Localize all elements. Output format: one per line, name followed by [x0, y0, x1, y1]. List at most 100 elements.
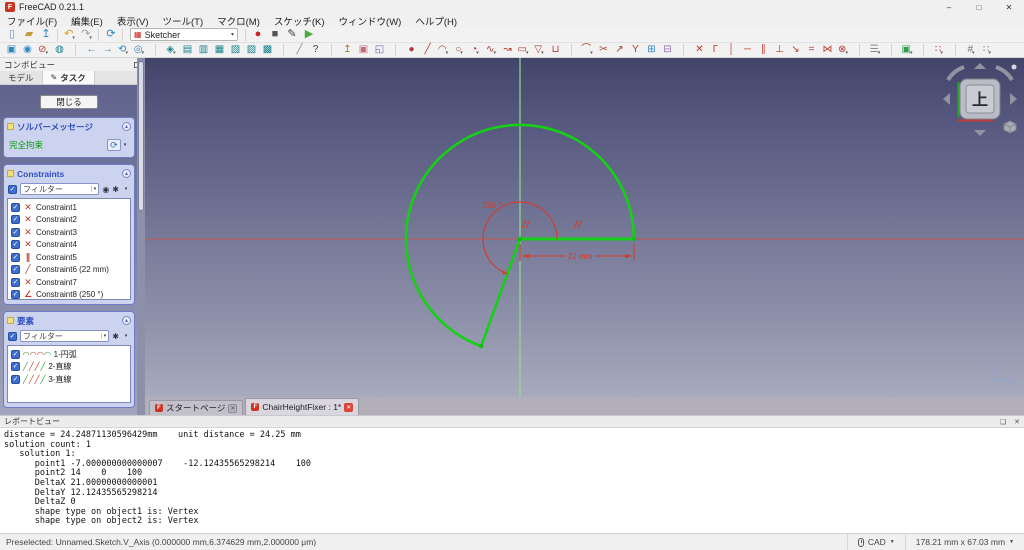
create-rectangle-button[interactable]: ▭ ▾	[515, 43, 531, 57]
solver-refresh-icon[interactable]: ⟳	[107, 139, 121, 151]
virtual-space-button[interactable]: ∷ ▾	[931, 43, 947, 57]
collapse-icon[interactable]: ▴	[122, 316, 131, 325]
constraints-filter-dropdown[interactable]: フィルター ▾	[20, 183, 100, 195]
constraint-checkbox[interactable]: ✓	[11, 240, 20, 250]
view-top-button[interactable]: ▥	[195, 43, 211, 57]
elements-filter-dropdown[interactable]: フィルター ▾	[20, 330, 110, 342]
constraint-row[interactable]: ✓ ∥ Constraint5	[9, 251, 129, 264]
select-elements-button[interactable]: ☰ ▾	[867, 43, 883, 57]
nav-cube-top-label[interactable]: 上	[972, 91, 988, 109]
view-left-button[interactable]: ▩	[259, 43, 275, 57]
collapse-icon[interactable]: ▴	[122, 122, 131, 131]
rotate-cw-arrow-icon[interactable]	[995, 65, 1014, 82]
constraint-checkbox[interactable]: ✓	[11, 290, 20, 300]
angle-dimension-label[interactable]: 250 °	[483, 201, 502, 210]
menu-item[interactable]: スケッチ(K)	[267, 14, 332, 28]
solver-status-link[interactable]: 完全拘束	[9, 139, 43, 151]
snap-button[interactable]: ∷ ▾	[979, 43, 995, 57]
panel-scrollbar[interactable]	[137, 58, 145, 415]
export-button[interactable]: ↥	[339, 43, 355, 57]
toolbar-icon[interactable]	[947, 43, 963, 57]
nav-forward-button[interactable]: →	[99, 43, 115, 57]
constraint-row[interactable]: ✓ ✕ Constraint2	[9, 214, 129, 227]
menu-item[interactable]: ツール(T)	[155, 14, 210, 28]
constrain-point-on-object-button[interactable]: Γ	[707, 43, 723, 57]
refresh-button[interactable]: ⟳	[102, 28, 119, 42]
elements-check-all-checkbox[interactable]: ✓	[8, 331, 17, 341]
constraint-checkbox[interactable]: ✓	[11, 215, 20, 225]
constraint-row[interactable]: ✓ ✕ Constraint3	[9, 226, 129, 239]
3d-viewport[interactable]: 250 ° 22 mm 上 x y	[145, 58, 1024, 397]
toolbar-icon[interactable]	[67, 43, 83, 57]
internal-geometry-button[interactable]: ▣ ▾	[899, 43, 915, 57]
constraint-checkbox[interactable]: ✓	[11, 202, 20, 212]
chevron-down-icon[interactable]: ▾	[121, 139, 129, 151]
trim-button[interactable]: ✂	[595, 43, 611, 57]
constraints-check-all-checkbox[interactable]: ✓	[8, 184, 17, 194]
toolbar-icon[interactable]	[54, 28, 61, 42]
draw-style-button[interactable]: ◍	[51, 43, 67, 57]
toolbar-icon[interactable]	[275, 43, 291, 57]
nav-arrow-up-icon[interactable]	[974, 63, 986, 69]
constrain-perpendicular-button[interactable]: ⊥	[771, 43, 787, 57]
view-rear-button[interactable]: ▧	[227, 43, 243, 57]
show-hide-eye-icon[interactable]: ◉	[102, 185, 109, 194]
constraint-checkbox[interactable]: ✓	[11, 252, 20, 262]
constraint-row[interactable]: ✓ ✕ Constraint1	[9, 201, 129, 214]
constrain-coincident-button[interactable]: ✕	[691, 43, 707, 57]
minimize-button[interactable]: –	[934, 0, 964, 14]
element-settings-icon[interactable]: ✱	[112, 332, 119, 341]
close-panel-icon[interactable]: ✕	[1014, 418, 1020, 426]
menu-item[interactable]: ウィンドウ(W)	[332, 14, 409, 28]
view-front-button[interactable]: ▤	[179, 43, 195, 57]
menu-item[interactable]: ファイル(F)	[0, 14, 64, 28]
toolbar-icon[interactable]	[915, 43, 931, 57]
undo-button[interactable]: ↶ ▾	[61, 28, 78, 42]
report-log[interactable]: distance = 24.24871130596429mm unit dist…	[0, 428, 1024, 527]
toolbar-icon[interactable]	[675, 43, 691, 57]
external-geometry-button[interactable]: ⊞	[643, 43, 659, 57]
macro-stop-button[interactable]: ■	[266, 28, 283, 42]
scene-inspector-button[interactable]: ◱	[371, 43, 387, 57]
sketch-canvas[interactable]: 250 ° 22 mm	[145, 58, 1024, 397]
toolbar-icon[interactable]	[883, 43, 899, 57]
save-button[interactable]: ↥	[37, 28, 54, 42]
create-point-button[interactable]: ●	[403, 43, 419, 57]
nav-dot-icon[interactable]	[1011, 64, 1017, 70]
new-file-button[interactable]: ▯	[3, 28, 20, 42]
document-tab[interactable]: F スタートページ ✕	[149, 400, 244, 415]
clipping-plane-button[interactable]: ⊘ ▾	[35, 43, 51, 57]
toolbar-icon[interactable]	[563, 43, 579, 57]
nav-style-selector[interactable]: CAD ▼	[846, 534, 905, 550]
origin-point[interactable]	[517, 236, 523, 242]
toolbar-icon[interactable]	[851, 43, 867, 57]
constraint-settings-icon[interactable]: ✱	[112, 185, 119, 194]
constraint-row[interactable]: ✓ ∠ Constraint8 (250 °)	[9, 289, 129, 302]
view-right-button[interactable]: ▦	[211, 43, 227, 57]
create-slot-button[interactable]: ⊔	[547, 43, 563, 57]
constrain-parallel-button[interactable]: ∥	[755, 43, 771, 57]
constrain-equal-button[interactable]: =	[803, 43, 819, 57]
constraint-row[interactable]: ✓ ✕ Constraint7	[9, 276, 129, 289]
macro-play-button[interactable]: ▶	[300, 28, 317, 42]
menu-item[interactable]: ヘルプ(H)	[408, 14, 464, 28]
constrain-block-button[interactable]: ⊗ ▾	[835, 43, 851, 57]
toolbar-icon[interactable]	[119, 28, 126, 42]
element-checkbox[interactable]: ✓	[11, 374, 20, 384]
fit-all-button[interactable]: ▣	[3, 43, 19, 57]
macro-edit-button[interactable]: ✎	[283, 28, 300, 42]
view-dimensions[interactable]: 178.21 mm x 67.03 mm ▼	[904, 534, 1024, 550]
document-tab[interactable]: F ChairHeightFixer : 1* ✕	[245, 398, 360, 415]
nav-arrow-right-icon[interactable]	[1010, 93, 1017, 105]
view-axonometric-button[interactable]: ◈ ▾	[163, 43, 179, 57]
toolbar-icon[interactable]	[387, 43, 403, 57]
nav-arrow-left-icon[interactable]	[943, 93, 950, 105]
constraint-row[interactable]: ✓ ✕ Constraint4	[9, 239, 129, 252]
tab-close-icon[interactable]: ✕	[228, 403, 238, 413]
image-export-button[interactable]: ▣	[355, 43, 371, 57]
element-row[interactable]: ✓ ◠ ◠ ◠ ◠ 1-円弧	[9, 348, 129, 361]
create-bspline-button[interactable]: ∿ ▾	[483, 43, 499, 57]
constraint-checkbox[interactable]: ✓	[11, 277, 20, 287]
macro-record-button[interactable]: ●	[249, 28, 266, 42]
constraint-checkbox[interactable]: ✓	[11, 265, 20, 275]
